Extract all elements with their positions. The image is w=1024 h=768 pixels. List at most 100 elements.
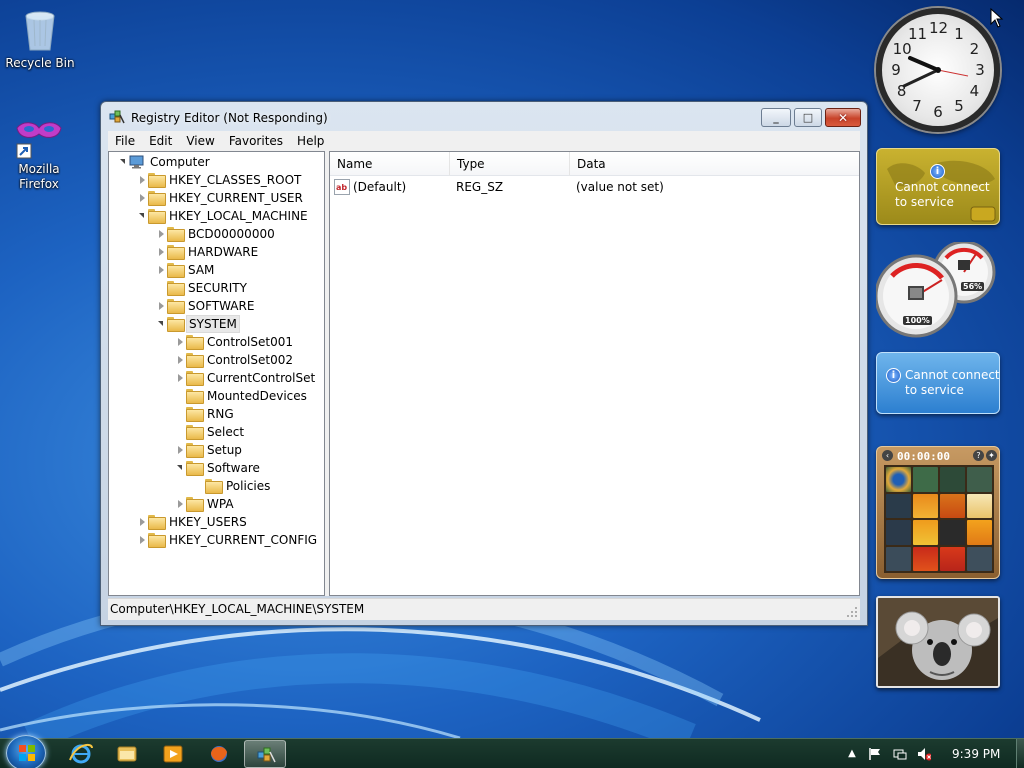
tree-node[interactable]: Select: [109, 423, 324, 441]
tree-node[interactable]: BCD00000000: [109, 225, 324, 243]
show-desktop-button[interactable]: [1016, 739, 1024, 768]
folder-icon: [167, 245, 185, 260]
puzzle-tile[interactable]: [886, 546, 911, 571]
puzzle-tile[interactable]: [940, 467, 965, 492]
tree-node[interactable]: HKEY_USERS: [109, 513, 324, 531]
tree-node[interactable]: SECURITY: [109, 279, 324, 297]
puzzle-back-icon[interactable]: ‹: [882, 450, 893, 461]
collapsed-arrow-icon[interactable]: [140, 518, 145, 526]
menu-edit[interactable]: Edit: [142, 131, 179, 151]
collapsed-arrow-icon[interactable]: [178, 374, 183, 382]
tree-node[interactable]: Setup: [109, 441, 324, 459]
menu-view[interactable]: View: [179, 131, 221, 151]
tree-node[interactable]: Computer: [109, 153, 324, 171]
title-bar[interactable]: Registry Editor (Not Responding) _ □ ✕: [101, 102, 867, 132]
action-center-flag-icon[interactable]: [868, 747, 882, 761]
desktop-icon-recycle-bin[interactable]: Recycle Bin: [0, 6, 80, 71]
close-button[interactable]: ✕: [825, 108, 861, 127]
puzzle-grid[interactable]: [884, 465, 994, 573]
tree-node[interactable]: HKEY_LOCAL_MACHINE: [109, 207, 324, 225]
puzzle-tile[interactable]: [886, 520, 911, 545]
tree-node[interactable]: SYSTEM: [109, 315, 324, 333]
menu-file[interactable]: File: [108, 131, 142, 151]
show-hidden-icons-icon[interactable]: ▲: [845, 747, 859, 761]
registry-tree[interactable]: Computer HKEY_CLASSES_ROOT HKEY_CURRENT_US…: [108, 151, 325, 596]
column-header-name[interactable]: Name: [330, 152, 450, 176]
resize-grip-icon[interactable]: [846, 606, 858, 618]
taskbar-internet-explorer[interactable]: [60, 740, 102, 768]
cpu-meter-gadget[interactable]: 100% 56%: [874, 240, 1002, 338]
start-button[interactable]: [6, 735, 46, 768]
tree-node[interactable]: SAM: [109, 261, 324, 279]
tree-node[interactable]: HKEY_CURRENT_USER: [109, 189, 324, 207]
collapsed-arrow-icon[interactable]: [140, 536, 145, 544]
tree-node[interactable]: ControlSet001: [109, 333, 324, 351]
puzzle-tile[interactable]: [967, 467, 992, 492]
column-header-type[interactable]: Type: [450, 152, 570, 176]
expanded-arrow-icon[interactable]: [177, 465, 182, 470]
collapsed-arrow-icon[interactable]: [178, 356, 183, 364]
puzzle-tile[interactable]: [967, 493, 992, 518]
taskbar-registry-editor[interactable]: [244, 740, 286, 768]
collapsed-arrow-icon[interactable]: [140, 176, 145, 184]
tree-node[interactable]: ControlSet002: [109, 351, 324, 369]
tree-node[interactable]: HARDWARE: [109, 243, 324, 261]
collapsed-arrow-icon[interactable]: [178, 338, 183, 346]
tree-node[interactable]: Policies: [109, 477, 324, 495]
puzzle-tile[interactable]: [940, 493, 965, 518]
currency-gadget[interactable]: i Cannot connect to service: [876, 352, 1000, 414]
picture-puzzle-gadget[interactable]: ‹ 00:00:00 ? ✦: [876, 446, 1000, 579]
menu-favorites[interactable]: Favorites: [222, 131, 290, 151]
computer-icon: [129, 155, 145, 169]
clock-number: 12: [929, 19, 949, 37]
puzzle-tile[interactable]: [913, 520, 938, 545]
column-header-data[interactable]: Data: [570, 152, 859, 176]
collapsed-arrow-icon[interactable]: [140, 194, 145, 202]
puzzle-tile[interactable]: [913, 546, 938, 571]
tree-node[interactable]: SOFTWARE: [109, 297, 324, 315]
tree-node[interactable]: RNG: [109, 405, 324, 423]
taskbar-firefox[interactable]: [198, 740, 240, 768]
volume-muted-icon[interactable]: [917, 747, 931, 761]
tree-node[interactable]: HKEY_CURRENT_CONFIG: [109, 531, 324, 549]
puzzle-tile[interactable]: [940, 520, 965, 545]
tree-node[interactable]: WPA: [109, 495, 324, 513]
taskbar-media-player[interactable]: [152, 740, 194, 768]
status-path: Computer\HKEY_LOCAL_MACHINE\SYSTEM: [110, 602, 365, 616]
expanded-arrow-icon[interactable]: [120, 159, 125, 164]
puzzle-tile[interactable]: [967, 546, 992, 571]
puzzle-solve-icon[interactable]: ✦: [986, 450, 997, 461]
clock-time[interactable]: 9:39 PM: [952, 747, 1000, 761]
slideshow-gadget[interactable]: [876, 596, 1000, 688]
tree-node-label: SYSTEM: [186, 315, 240, 333]
values-list[interactable]: Name Type Data ab (Default) REG_SZ (valu…: [329, 151, 860, 596]
network-icon[interactable]: [893, 747, 907, 761]
puzzle-help-icon[interactable]: ?: [973, 450, 984, 461]
desktop-icon-mozilla-firefox[interactable]: Mozilla Firefox: [0, 112, 78, 192]
puzzle-tile[interactable]: [886, 493, 911, 518]
expanded-arrow-icon[interactable]: [158, 321, 163, 326]
tree-node[interactable]: MountedDevices: [109, 387, 324, 405]
maximize-button[interactable]: □: [794, 108, 822, 127]
cpu-percent: 100%: [903, 316, 932, 325]
expanded-arrow-icon[interactable]: [139, 213, 144, 218]
taskbar-explorer[interactable]: [106, 740, 148, 768]
minimize-button[interactable]: _: [761, 108, 791, 127]
weather-gadget[interactable]: i Cannot connect to service: [876, 148, 1000, 225]
tree-node[interactable]: Software: [109, 459, 324, 477]
puzzle-tile[interactable]: [886, 467, 911, 492]
clock-gadget[interactable]: 12 1 2 3 4 5 6 7 8 9 10 11: [876, 8, 1000, 132]
puzzle-tile[interactable]: [913, 493, 938, 518]
collapsed-arrow-icon[interactable]: [159, 248, 164, 256]
collapsed-arrow-icon[interactable]: [159, 230, 164, 238]
collapsed-arrow-icon[interactable]: [159, 302, 164, 310]
collapsed-arrow-icon[interactable]: [159, 266, 164, 274]
puzzle-tile[interactable]: [967, 520, 992, 545]
tree-node[interactable]: CurrentControlSet: [109, 369, 324, 387]
puzzle-tile[interactable]: [913, 467, 938, 492]
collapsed-arrow-icon[interactable]: [178, 446, 183, 454]
menu-help[interactable]: Help: [290, 131, 331, 151]
collapsed-arrow-icon[interactable]: [178, 500, 183, 508]
tree-node[interactable]: HKEY_CLASSES_ROOT: [109, 171, 324, 189]
puzzle-tile[interactable]: [940, 546, 965, 571]
